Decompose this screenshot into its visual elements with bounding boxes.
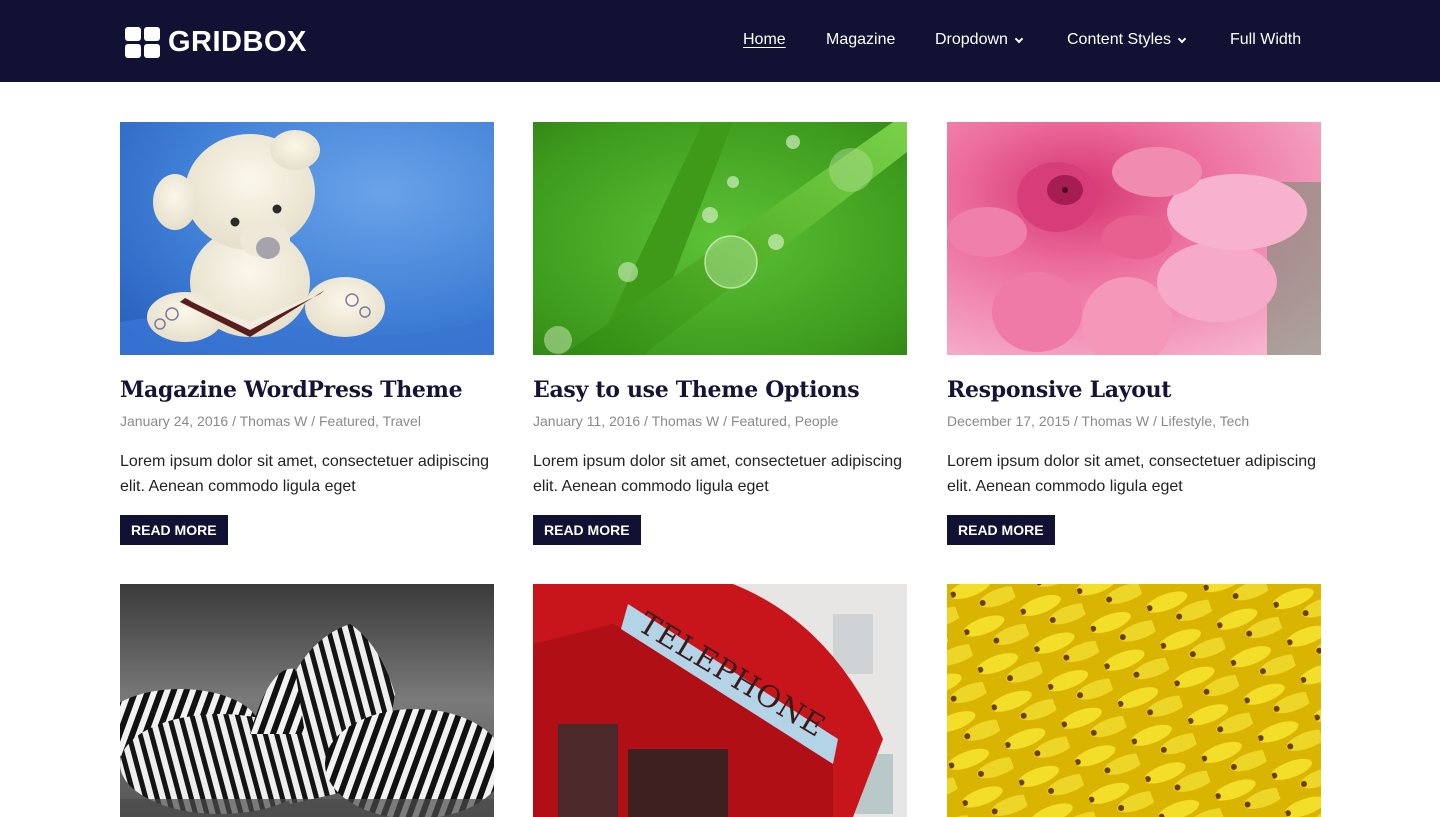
nav-magazine[interactable]: Magazine [826,31,895,49]
zebras-image [120,584,494,817]
nav-dropdown-label: Dropdown [935,31,1008,48]
post-category[interactable]: Travel [383,413,421,429]
nav-home[interactable]: Home [743,31,786,49]
post-date[interactable]: January 24, 2016 [120,413,228,429]
read-more-button[interactable]: READ MORE [533,515,641,545]
nav-content-styles[interactable]: Content Styles [1067,31,1187,49]
bananas-image [947,584,1321,817]
post-card [120,584,494,817]
site-logo[interactable]: GRIDBOX [125,26,307,58]
read-more-button[interactable]: READ MORE [120,515,228,545]
post-thumbnail-teddy-bear[interactable] [120,122,494,355]
post-category[interactable]: Lifestyle [1161,413,1212,429]
post-title[interactable]: Responsive Layout [947,376,1321,404]
post-title[interactable]: Magazine WordPress Theme [120,376,494,404]
post-category[interactable]: Featured [731,413,787,429]
category-separator: , [375,413,383,429]
pink-dahlia-image [947,122,1321,355]
nav-full-width[interactable]: Full Width [1230,31,1301,49]
post-category[interactable]: People [795,413,839,429]
post-card: Magazine WordPress Theme January 24, 201… [120,122,494,545]
post-thumbnail-grass[interactable] [533,122,907,355]
post-category[interactable]: Tech [1220,413,1250,429]
nav-content-styles-label: Content Styles [1067,31,1172,48]
category-separator: , [786,413,795,429]
read-more-button[interactable]: READ MORE [947,515,1055,545]
post-date[interactable]: January 11, 2016 [533,413,640,429]
post-author[interactable]: Thomas W [652,413,720,429]
post-date[interactable]: December 17, 2015 [947,413,1070,429]
category-separator: , [1212,413,1220,429]
meta-separator: / [719,413,731,429]
post-author[interactable]: Thomas W [1081,413,1149,429]
chevron-down-icon [1177,34,1187,43]
post-author[interactable]: Thomas W [240,413,308,429]
red-telephone-box-image: TELEPHONE [533,584,907,817]
grass-drops-image [533,122,907,355]
post-thumbnail-dahlia[interactable] [947,122,1321,355]
post-card [947,584,1321,817]
post-thumbnail-telephone[interactable]: TELEPHONE [533,584,907,817]
post-meta: January 11, 2016 / Thomas W / Featured, … [533,411,907,431]
meta-separator: / [640,413,652,429]
post-meta: December 17, 2015 / Thomas W / Lifestyle… [947,411,1321,431]
meta-separator: / [228,413,240,429]
meta-separator: / [1069,413,1082,429]
teddy-bear-image [120,122,494,355]
meta-separator: / [307,413,319,429]
post-card: Easy to use Theme Options January 11, 20… [533,122,907,545]
grid-logo-icon [125,26,160,58]
logo-text: GRIDBOX [168,25,307,58]
post-meta: January 24, 2016 / Thomas W / Featured, … [120,411,494,431]
post-excerpt: Lorem ipsum dolor sit amet, consectetuer… [533,453,903,495]
post-excerpt: Lorem ipsum dolor sit amet, consectetuer… [120,453,490,495]
post-card: TELEPHONE [533,584,907,817]
post-excerpt: Lorem ipsum dolor sit amet, consectetuer… [947,453,1317,495]
chevron-down-icon [1014,34,1024,43]
post-title[interactable]: Easy to use Theme Options [533,376,907,404]
post-category[interactable]: Featured [319,413,375,429]
meta-separator: / [1149,413,1161,429]
post-thumbnail-zebras[interactable] [120,584,494,817]
post-thumbnail-bananas[interactable] [947,584,1321,817]
site-header: GRIDBOX Home Magazine Dropdown Content S… [0,0,1440,82]
post-card: Responsive Layout December 17, 2015 / Th… [947,122,1321,545]
nav-dropdown[interactable]: Dropdown [935,31,1024,49]
